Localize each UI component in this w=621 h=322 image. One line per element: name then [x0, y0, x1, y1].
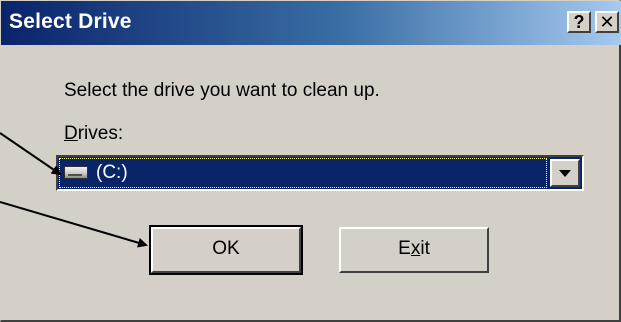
help-icon: ?: [573, 12, 585, 32]
exit-label-mnemonic: x: [410, 238, 421, 259]
select-drive-dialog: Select Drive ? ✕ Select the drive you wa…: [0, 0, 621, 322]
window-title: Select Drive: [9, 10, 132, 33]
ok-button[interactable]: OK: [149, 225, 303, 275]
ok-button-label: OK: [212, 238, 240, 259]
drives-dropdown-focus: [59, 158, 547, 188]
exit-label-prefix: E: [398, 238, 411, 259]
help-button[interactable]: ?: [567, 11, 591, 33]
title-bar[interactable]: Select Drive ? ✕: [1, 1, 621, 45]
hard-drive-icon: [64, 166, 88, 179]
drives-selected-value: (C:): [96, 162, 128, 183]
dropdown-arrow-button[interactable]: [550, 159, 580, 187]
instruction-text: Select the drive you want to clean up.: [64, 80, 380, 101]
close-button[interactable]: ✕: [595, 11, 619, 33]
exit-label-suffix: it: [420, 238, 430, 259]
stage: Select Drive ? ✕ Select the drive you wa…: [0, 0, 621, 322]
exit-button[interactable]: Exit: [339, 227, 489, 273]
drives-dropdown[interactable]: (C:): [56, 155, 584, 191]
drives-label: Drives:: [64, 123, 123, 145]
drives-label-rest: rives:: [77, 123, 124, 144]
drives-label-mnemonic: D: [64, 123, 78, 144]
dropdown-arrow-icon: [559, 170, 571, 177]
close-icon: ✕: [599, 12, 615, 32]
